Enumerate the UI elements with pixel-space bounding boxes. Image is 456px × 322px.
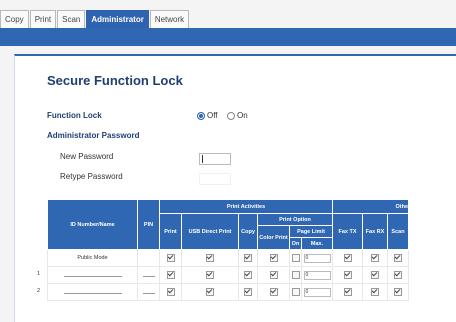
row-pin-field[interactable] [142, 288, 155, 294]
function-lock-table: ID Number/Name PIN Print Activities Othe… [37, 199, 409, 301]
page-limit-on-checkbox[interactable] [291, 254, 300, 262]
page-limit-max-field[interactable]: 0 [303, 253, 331, 263]
print-checkbox[interactable] [166, 271, 175, 279]
content-panel: Secure Function Lock Function Lock Off O… [14, 54, 456, 322]
header-fax-tx: Fax TX [332, 213, 363, 250]
radio-on[interactable] [227, 111, 235, 120]
submenu-bar [0, 28, 456, 46]
header-copy: Copy [238, 213, 258, 250]
fax-rx-checkbox[interactable] [371, 254, 379, 262]
function-lock-radios: Off On [197, 111, 248, 120]
header-id: ID Number/Name [47, 199, 138, 250]
row-pin-field[interactable] [142, 271, 155, 277]
new-password-field[interactable] [199, 153, 231, 165]
header-print-option: Print Option [257, 213, 333, 226]
tab-bar: Copy Print Scan Administrator Network [0, 10, 190, 28]
copy-checkbox[interactable] [244, 271, 252, 279]
fax-tx-checkbox[interactable] [343, 254, 352, 262]
radio-on-label: On [237, 111, 248, 120]
tab-print[interactable]: Print [29, 10, 57, 28]
row-id-field[interactable] [63, 271, 122, 277]
usb-direct-print-checkbox[interactable] [206, 271, 214, 279]
header-color-print: Color Print [257, 225, 290, 250]
fax-rx-checkbox[interactable] [371, 288, 379, 296]
header-max: Max. [301, 237, 333, 250]
header-scan: Scan [387, 213, 409, 250]
row-number: 1 [36, 271, 40, 277]
page-limit-max-field[interactable]: 0 [303, 270, 331, 280]
tab-network[interactable]: Network [149, 10, 190, 28]
table-row: 20 [37, 283, 409, 301]
retype-password-field[interactable] [199, 173, 231, 185]
radio-off-label: Off [207, 111, 218, 120]
header-print-activities: Print Activities [159, 199, 333, 214]
radio-off[interactable] [197, 111, 205, 120]
page-limit-max-field[interactable]: 0 [303, 287, 331, 297]
retype-password-label: Retype Password [60, 172, 123, 181]
page-limit-on-checkbox[interactable] [291, 288, 300, 296]
row-number: 2 [36, 288, 40, 294]
header-fax-rx: Fax RX [362, 213, 388, 250]
table-row: 10 [37, 266, 409, 284]
table-row: Public Mode 0 [47, 249, 409, 267]
header-usb: USB Direct Print [181, 213, 239, 250]
tab-administrator[interactable]: Administrator [86, 10, 149, 28]
color-print-checkbox[interactable] [269, 254, 278, 262]
usb-direct-print-checkbox[interactable] [206, 254, 214, 262]
fax-rx-checkbox[interactable] [371, 271, 379, 279]
header-page-limit: Page Limit [289, 225, 333, 238]
scan-checkbox[interactable] [394, 271, 402, 279]
admin-password-label: Administrator Password [47, 131, 140, 140]
header-pin: PIN [137, 199, 160, 250]
row-id-field[interactable] [63, 288, 122, 294]
page-limit-on-checkbox[interactable] [291, 271, 300, 279]
copy-checkbox[interactable] [244, 288, 252, 296]
color-print-checkbox[interactable] [269, 271, 278, 279]
new-password-label: New Password [60, 152, 114, 161]
color-print-checkbox[interactable] [269, 288, 278, 296]
header-on: On [289, 237, 302, 250]
fax-tx-checkbox[interactable] [343, 271, 352, 279]
page-title: Secure Function Lock [47, 73, 183, 88]
scan-checkbox[interactable] [394, 288, 402, 296]
copy-checkbox[interactable] [244, 254, 252, 262]
fax-tx-checkbox[interactable] [343, 288, 352, 296]
function-lock-label: Function Lock [47, 111, 102, 120]
header-others: Othe [332, 199, 409, 214]
tab-copy[interactable]: Copy [0, 10, 29, 28]
usb-direct-print-checkbox[interactable] [206, 288, 214, 296]
scan-checkbox[interactable] [394, 254, 402, 262]
tab-scan[interactable]: Scan [57, 10, 86, 28]
row-id-text: Public Mode [77, 255, 108, 261]
header-print: Print [159, 213, 182, 250]
print-checkbox[interactable] [166, 288, 175, 296]
print-checkbox[interactable] [166, 254, 175, 262]
